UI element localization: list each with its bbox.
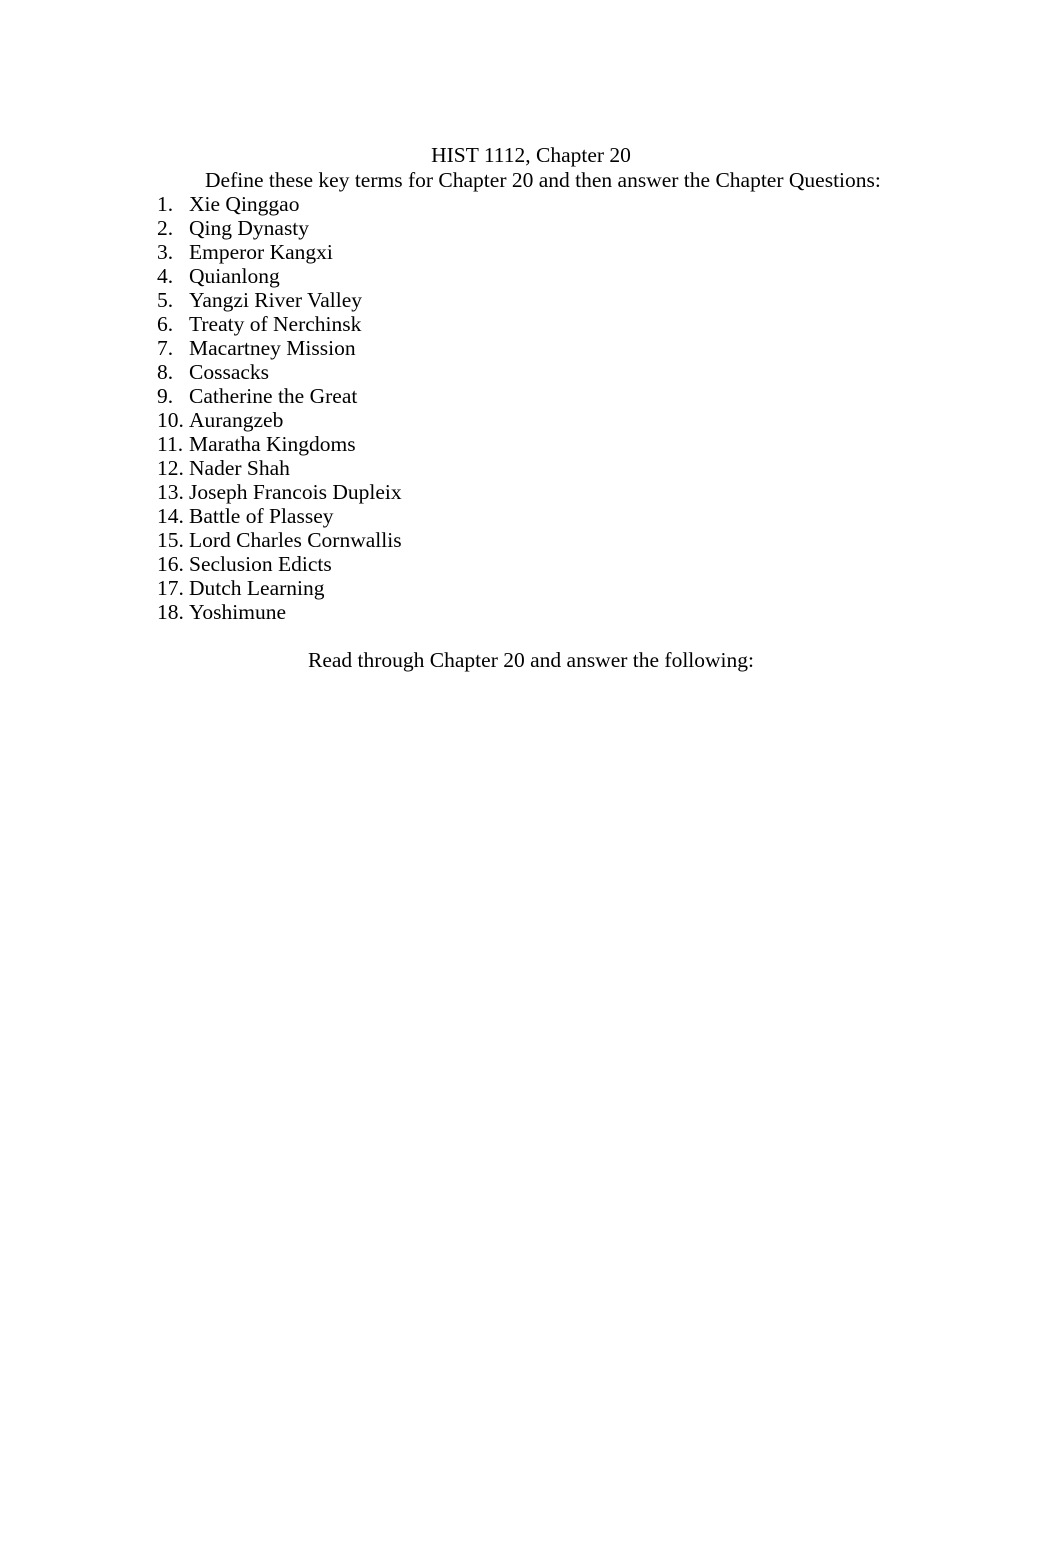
list-item: 3. Emperor Kangxi — [157, 240, 905, 264]
list-item-number: 18. — [157, 600, 184, 624]
list-item: 14. Battle of Plassey — [157, 504, 905, 528]
list-item: 18. Yoshimune — [157, 600, 905, 624]
page-title: HIST 1112, Chapter 20 — [431, 143, 631, 167]
list-item: 9. Catherine the Great — [157, 384, 905, 408]
list-item: 7. Macartney Mission — [157, 336, 905, 360]
list-item-label: Joseph Francois Dupleix — [189, 480, 402, 504]
list-item: 2. Qing Dynasty — [157, 216, 905, 240]
list-item-number: 9. — [157, 384, 174, 408]
list-item-label: Dutch Learning — [189, 576, 325, 600]
list-item: 4. Quianlong — [157, 264, 905, 288]
list-item-number: 2. — [157, 216, 174, 240]
list-item-label: Seclusion Edicts — [189, 552, 332, 576]
list-item-label: Lord Charles Cornwallis — [189, 528, 402, 552]
list-item-label: Quianlong — [189, 264, 280, 288]
instruction-line: Define these key terms for Chapter 20 an… — [205, 167, 881, 192]
list-item-label: Aurangzeb — [189, 408, 284, 432]
list-item-label: Maratha Kingdoms — [189, 432, 356, 456]
document-page: HIST 1112, Chapter 20 Define these key t… — [0, 0, 1062, 1556]
list-item-label: Treaty of Nerchinsk — [189, 312, 362, 336]
list-item-label: Catherine the Great — [189, 384, 358, 408]
list-item-label: Xie Qinggao — [189, 192, 300, 216]
list-item-number: 15. — [157, 528, 184, 552]
list-item-number: 17. — [157, 576, 184, 600]
list-item: 16. Seclusion Edicts — [157, 552, 905, 576]
list-item-number: 13. — [157, 480, 184, 504]
list-item: 11. Maratha Kingdoms — [157, 432, 905, 456]
list-item-label: Emperor Kangxi — [189, 240, 333, 264]
list-item-number: 7. — [157, 336, 174, 360]
key-terms-list: 1. Xie Qinggao 2. Qing Dynasty 3. Emperor Kan… — [157, 192, 905, 624]
document-body: HIST 1112, Chapter 20 Define these key t… — [157, 143, 905, 673]
list-item-number: 11. — [157, 432, 184, 456]
list-item-label: Cossacks — [189, 360, 270, 384]
list-item-number: 16. — [157, 552, 184, 576]
list-item-label: Yangzi River Valley — [189, 288, 362, 312]
list-item: 5. Yangzi River Valley — [157, 288, 905, 312]
list-item-label: Battle of Plassey — [189, 504, 334, 528]
list-item-number: 1. — [157, 192, 174, 216]
list-item: 17. Dutch Learning — [157, 576, 905, 600]
list-item-number: 5. — [157, 288, 174, 312]
list-item: 1. Xie Qinggao — [157, 192, 905, 216]
list-item-number: 10. — [157, 408, 184, 432]
list-item: 8. Cossacks — [157, 360, 905, 384]
list-item-label: Nader Shah — [189, 456, 290, 480]
list-item: 12. Nader Shah — [157, 456, 905, 480]
list-item-number: 8. — [157, 360, 174, 384]
list-item-number: 14. — [157, 504, 184, 528]
list-item: 10. Aurangzeb — [157, 408, 905, 432]
list-item: 15. Lord Charles Cornwallis — [157, 528, 905, 552]
list-item-label: Qing Dynasty — [189, 216, 310, 240]
closing-line: Read through Chapter 20 and answer the f… — [307, 648, 755, 672]
list-item: 6. Treaty of Nerchinsk — [157, 312, 905, 336]
list-item-number: 3. — [157, 240, 174, 264]
list-item-number: 12. — [157, 456, 184, 480]
list-item-label: Yoshimune — [189, 600, 286, 624]
list-item-label: Macartney Mission — [189, 336, 356, 360]
list-item: 13. Joseph Francois Dupleix — [157, 480, 905, 504]
list-item-number: 6. — [157, 312, 174, 336]
list-item-number: 4. — [157, 264, 174, 288]
